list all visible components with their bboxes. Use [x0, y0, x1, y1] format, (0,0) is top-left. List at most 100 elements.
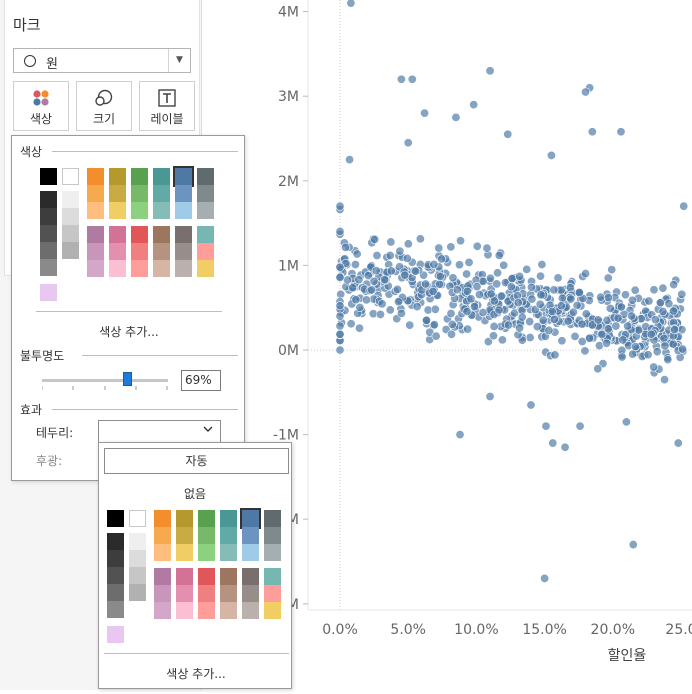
border-color-dropdown[interactable] [98, 420, 221, 443]
color-swatch[interactable] [220, 527, 237, 544]
color-swatch[interactable] [87, 260, 104, 277]
opacity-slider-thumb[interactable] [123, 372, 132, 386]
color-swatch[interactable] [131, 185, 148, 202]
color-swatch[interactable] [154, 568, 171, 585]
color-swatch[interactable] [175, 260, 192, 277]
color-swatch[interactable] [87, 202, 104, 219]
opacity-slider-track[interactable] [42, 379, 168, 382]
color-swatch-gray[interactable] [129, 550, 146, 567]
color-swatch[interactable] [131, 226, 148, 243]
add-color-link[interactable]: 색상 추가... [99, 665, 293, 682]
color-swatch[interactable] [240, 508, 261, 529]
color-swatch[interactable] [153, 185, 170, 202]
color-swatch[interactable] [198, 585, 215, 602]
color-swatch[interactable] [176, 544, 193, 561]
color-swatch[interactable] [197, 243, 214, 260]
none-option[interactable]: 없음 [99, 485, 291, 502]
color-swatch[interactable] [242, 544, 259, 561]
color-swatch[interactable] [198, 544, 215, 561]
color-swatch-gray[interactable] [129, 584, 146, 601]
color-swatch[interactable] [175, 226, 192, 243]
color-swatch[interactable] [264, 544, 281, 561]
color-swatch[interactable] [197, 185, 214, 202]
color-swatch[interactable] [154, 510, 171, 527]
color-swatch-gray[interactable] [62, 208, 79, 225]
color-swatch[interactable] [87, 168, 104, 185]
color-swatch[interactable] [242, 568, 259, 585]
color-swatch[interactable] [242, 527, 259, 544]
color-swatch[interactable] [242, 585, 259, 602]
color-swatch[interactable] [109, 185, 126, 202]
color-swatch-gray[interactable] [107, 601, 124, 618]
color-swatch-gray[interactable] [40, 208, 57, 225]
color-swatch-gray[interactable] [129, 510, 146, 527]
color-swatch-gray[interactable] [40, 168, 57, 185]
color-swatch[interactable] [154, 585, 171, 602]
color-swatch[interactable] [87, 226, 104, 243]
opacity-input[interactable]: 69% [181, 370, 221, 391]
color-swatch[interactable] [154, 544, 171, 561]
color-swatch-gray[interactable] [129, 533, 146, 550]
color-swatch[interactable] [173, 166, 194, 187]
color-swatch-gray[interactable] [129, 567, 146, 584]
color-swatch[interactable] [109, 243, 126, 260]
color-swatch[interactable] [176, 510, 193, 527]
color-swatch[interactable] [198, 568, 215, 585]
color-swatch[interactable] [154, 602, 171, 619]
color-swatch[interactable] [153, 260, 170, 277]
color-swatch[interactable] [109, 260, 126, 277]
color-swatch-gray[interactable] [62, 242, 79, 259]
color-swatch-gray[interactable] [107, 550, 124, 567]
color-swatch[interactable] [198, 510, 215, 527]
mark-type-dropdown[interactable]: 원 ▼ [13, 48, 191, 73]
color-swatch[interactable] [153, 226, 170, 243]
color-swatch[interactable] [154, 527, 171, 544]
color-swatch[interactable] [220, 585, 237, 602]
color-swatch[interactable] [264, 527, 281, 544]
color-swatch[interactable] [131, 202, 148, 219]
color-swatch[interactable] [220, 602, 237, 619]
custom-color-swatch[interactable] [107, 626, 124, 643]
color-swatch[interactable] [176, 602, 193, 619]
color-swatch[interactable] [264, 585, 281, 602]
color-swatch[interactable] [198, 527, 215, 544]
color-swatch-gray[interactable] [62, 225, 79, 242]
color-swatch-gray[interactable] [107, 533, 124, 550]
color-swatch[interactable] [220, 510, 237, 527]
color-swatch[interactable] [131, 260, 148, 277]
color-swatch[interactable] [220, 544, 237, 561]
color-swatch[interactable] [197, 260, 214, 277]
color-swatch-gray[interactable] [40, 242, 57, 259]
color-swatch[interactable] [109, 202, 126, 219]
color-swatch-gray[interactable] [62, 191, 79, 208]
color-swatch[interactable] [109, 168, 126, 185]
color-swatch[interactable] [197, 202, 214, 219]
color-swatch[interactable] [176, 585, 193, 602]
color-swatch[interactable] [264, 568, 281, 585]
color-swatch[interactable] [175, 243, 192, 260]
auto-button[interactable]: 자동 [104, 448, 289, 474]
color-swatch[interactable] [220, 568, 237, 585]
color-swatch[interactable] [87, 243, 104, 260]
color-shelf-button[interactable]: 색상 [13, 81, 69, 131]
color-swatch-gray[interactable] [40, 259, 57, 276]
color-swatch[interactable] [153, 243, 170, 260]
color-swatch-gray[interactable] [107, 584, 124, 601]
color-swatch[interactable] [198, 602, 215, 619]
color-swatch[interactable] [131, 168, 148, 185]
color-swatch[interactable] [175, 185, 192, 202]
color-swatch[interactable] [153, 168, 170, 185]
color-swatch[interactable] [176, 568, 193, 585]
size-shelf-button[interactable]: 크기 [76, 81, 132, 131]
color-swatch[interactable] [264, 602, 281, 619]
color-swatch[interactable] [197, 168, 214, 185]
color-swatch[interactable] [131, 243, 148, 260]
color-swatch[interactable] [197, 226, 214, 243]
color-swatch-gray[interactable] [107, 567, 124, 584]
color-swatch[interactable] [176, 527, 193, 544]
add-color-link[interactable]: 색상 추가... [12, 323, 246, 340]
color-swatch-gray[interactable] [107, 510, 124, 527]
color-swatch[interactable] [109, 226, 126, 243]
color-swatch[interactable] [242, 602, 259, 619]
color-swatch-gray[interactable] [62, 168, 79, 185]
